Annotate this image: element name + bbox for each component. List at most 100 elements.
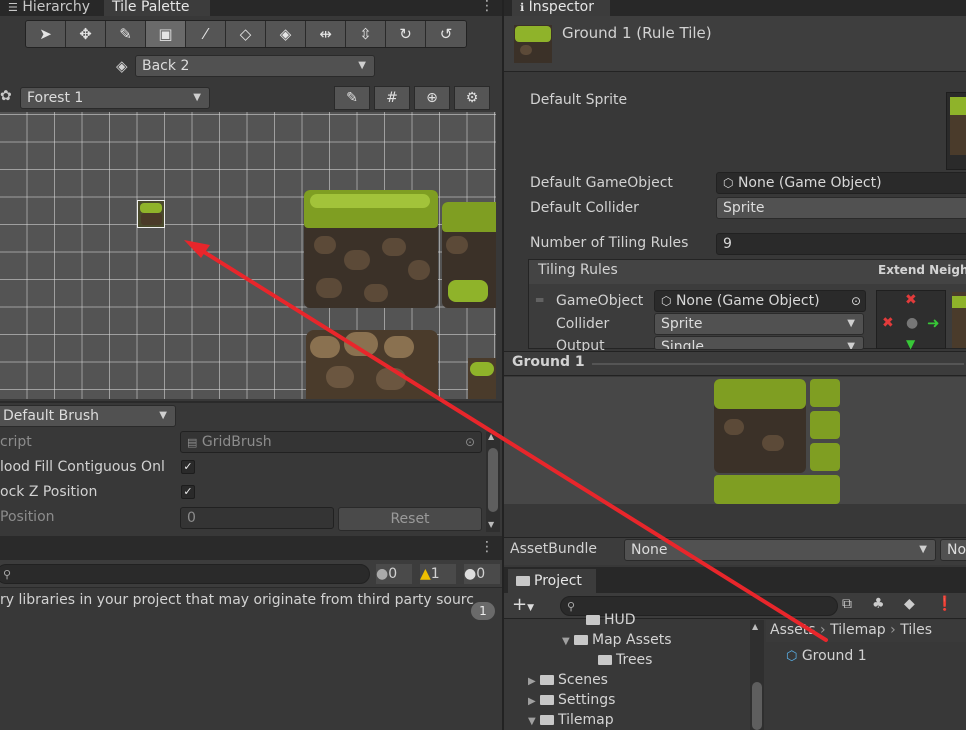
- default-collider-label: Default Collider: [530, 200, 639, 216]
- num-rules-field[interactable]: 9: [716, 233, 966, 255]
- object-picker-icon[interactable]: ⊙: [465, 432, 475, 452]
- selected-grass-tile[interactable]: [137, 200, 165, 228]
- expand-triangle-icon[interactable]: ▶: [528, 696, 540, 707]
- search-by-label-icon[interactable]: ♣: [872, 596, 885, 612]
- center-dot-icon: ●: [906, 315, 919, 331]
- console-menu-icon[interactable]: ⋮: [480, 539, 494, 555]
- chevron-down-icon: ▼: [358, 60, 366, 71]
- tab-tile-palette[interactable]: Tile Palette: [104, 0, 210, 16]
- script-label: cript: [0, 434, 32, 450]
- tree-item-tilemap[interactable]: ▼ Tilemap: [528, 712, 614, 728]
- z-position-field[interactable]: 0: [180, 507, 334, 529]
- warning-icon: ▲: [420, 566, 431, 582]
- eraser-icon[interactable]: ◇: [226, 21, 266, 47]
- active-tilemap-dropdown[interactable]: Back 2 ▼: [135, 55, 375, 77]
- console-search-input[interactable]: ⚲: [0, 564, 370, 584]
- info-filter-button[interactable]: ●0: [464, 564, 500, 584]
- expand-triangle-icon[interactable]: ▶: [528, 676, 540, 687]
- add-asset-button[interactable]: +▼: [512, 594, 534, 615]
- rule-tile-icon: ⬡: [786, 649, 798, 664]
- reset-button[interactable]: Reset: [338, 507, 482, 531]
- default-collider-dropdown[interactable]: Sprite: [716, 197, 966, 219]
- search-by-type-icon[interactable]: ⧉: [842, 596, 852, 612]
- rule-output-dropdown[interactable]: Single ▼: [654, 336, 864, 350]
- picker-icon[interactable]: ⁄: [186, 21, 226, 47]
- palette-settings-icon[interactable]: ⚙: [454, 86, 490, 110]
- folder-icon: [586, 615, 600, 625]
- brush-dropdown[interactable]: Default Brush ▼: [0, 405, 176, 427]
- hierarchy-icon: ☰: [8, 1, 18, 14]
- drag-handle-icon[interactable]: ═: [536, 293, 543, 307]
- hidden-packages-icon[interactable]: ❗: [936, 596, 953, 612]
- rule-collider-dropdown[interactable]: Sprite ▼: [654, 313, 864, 335]
- rule-gameobject-field[interactable]: ⬡ None (Game Object) ⊙: [654, 290, 866, 312]
- tab-inspector[interactable]: ℹ Inspector: [512, 0, 610, 16]
- rule-sprite-thumbnail[interactable]: [952, 292, 966, 348]
- breadcrumb-assets[interactable]: Assets: [770, 622, 816, 638]
- ground-block-tiles[interactable]: [304, 190, 438, 308]
- cube-icon: ⬡: [723, 176, 734, 190]
- select-arrow-icon[interactable]: ➤: [26, 21, 66, 47]
- expand-triangle-icon[interactable]: ▼: [528, 716, 540, 727]
- warning-filter-button[interactable]: ▲1: [420, 564, 456, 584]
- object-picker-icon[interactable]: ⊙: [851, 291, 861, 311]
- flood-fill-checkbox[interactable]: ✓: [181, 460, 195, 474]
- bucket-icon[interactable]: ◈: [266, 21, 306, 47]
- rotate-cw-icon[interactable]: ↻: [386, 21, 426, 47]
- grid-toggle-icon[interactable]: #: [374, 86, 410, 110]
- tree-item-scenes[interactable]: ▶ Scenes: [528, 672, 608, 688]
- grass-corner-tile[interactable]: [468, 358, 496, 399]
- not-neighbor-x-icon: ✖: [905, 292, 917, 308]
- breadcrumb-tiles[interactable]: Tiles: [900, 622, 932, 638]
- lock-z-checkbox[interactable]: ✓: [181, 485, 195, 499]
- lock-z-label: ock Z Position: [0, 484, 98, 500]
- tree-item-trees[interactable]: Trees: [598, 652, 652, 668]
- asset-list-item-ground-1[interactable]: ⬡ Ground 1: [786, 646, 966, 666]
- left-panel: ☰ Hierarchy Tile Palette ⋮ ➤ ✥ ✎ ▣ ⁄ ◇ ◈…: [0, 0, 502, 730]
- palette-dropdown[interactable]: Forest 1 ▼: [20, 87, 210, 109]
- paintbrush-icon[interactable]: ✎: [106, 21, 146, 47]
- folder-icon: [540, 695, 554, 705]
- neighbor-arrow-down-icon: ▼: [906, 337, 916, 351]
- tree-item-map-assets[interactable]: ▼ Map Assets: [562, 632, 672, 648]
- breadcrumb-separator-icon: ›: [820, 622, 831, 638]
- tab-hierarchy[interactable]: ☰ Hierarchy: [0, 0, 104, 16]
- box-fill-icon[interactable]: ▣: [146, 21, 186, 47]
- ground-side-tiles[interactable]: [442, 202, 496, 308]
- panel-menu-icon[interactable]: ⋮: [480, 0, 494, 14]
- tree-item-hud[interactable]: HUD: [586, 612, 636, 628]
- flip-y-icon[interactable]: ⇳: [346, 21, 386, 47]
- tab-project[interactable]: Project: [508, 569, 596, 593]
- script-file-icon: ▤: [187, 436, 198, 449]
- move-icon[interactable]: ✥: [66, 21, 106, 47]
- chevron-down-icon: ▼: [847, 341, 855, 350]
- gizmo-toggle-icon[interactable]: ⊕: [414, 86, 450, 110]
- num-rules-label: Number of Tiling Rules: [530, 235, 689, 251]
- search-icon: ⚲: [3, 568, 12, 581]
- tree-item-settings[interactable]: ▶ Settings: [528, 692, 615, 708]
- neighbor-rule-grid[interactable]: ✖ ✖ ● ➜ ▼: [876, 290, 946, 351]
- tile-palette-grid[interactable]: [0, 112, 496, 399]
- dirt-block-tiles[interactable]: [306, 330, 438, 399]
- flip-x-icon[interactable]: ⇹: [306, 21, 346, 47]
- console-tab-bar: [0, 536, 502, 560]
- assetbundle-dropdown[interactable]: None ▼: [624, 539, 936, 561]
- assetbundle-variant-dropdown[interactable]: No: [940, 539, 966, 561]
- tree-scrollbar[interactable]: ▲: [750, 620, 764, 730]
- default-sprite-field[interactable]: [946, 92, 966, 170]
- asset-thumbnail: [514, 25, 552, 63]
- flood-fill-label: lood Fill Contiguous Onl: [0, 459, 165, 475]
- default-gameobject-field[interactable]: ⬡ None (Game Object): [716, 172, 966, 194]
- expand-triangle-icon[interactable]: ▼: [562, 636, 574, 647]
- rotate-ccw-icon[interactable]: ↺: [426, 21, 466, 47]
- breadcrumb: Assets › Tilemap › Tiles: [766, 620, 966, 642]
- rule-collider-label: Collider: [556, 316, 610, 332]
- console-message[interactable]: ry libraries in your project that may or…: [0, 592, 502, 608]
- chevron-down-icon: ▼: [527, 603, 535, 613]
- search-icon: ⚲: [567, 600, 576, 613]
- error-filter-button[interactable]: ●0: [376, 564, 412, 584]
- breadcrumb-tilemap[interactable]: Tilemap: [830, 622, 886, 638]
- edit-palette-icon[interactable]: ✎: [334, 86, 370, 110]
- brush-scrollbar[interactable]: ▲ ▼: [486, 432, 500, 532]
- tag-icon[interactable]: ◆: [904, 596, 915, 612]
